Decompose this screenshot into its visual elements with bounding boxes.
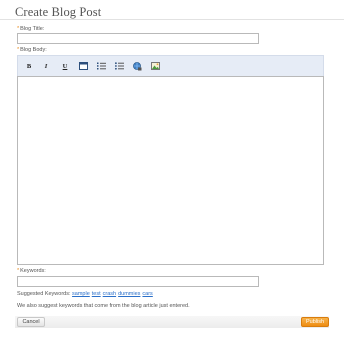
keyword-link-dummies[interactable]: dummies: [118, 291, 140, 297]
blog-body-editor[interactable]: [17, 76, 324, 265]
blog-body-label: *Blog Body:: [17, 47, 47, 53]
bulleted-list-icon: [114, 62, 124, 70]
keywords-label-text: Keywords:: [20, 268, 46, 274]
publish-button[interactable]: Publish: [301, 317, 329, 327]
required-marker: *: [17, 26, 20, 32]
blog-title-label: *Blog Title:: [17, 26, 44, 32]
bold-button[interactable]: B: [23, 60, 35, 72]
page-title: Create Blog Post: [15, 5, 102, 19]
link-button[interactable]: [131, 60, 143, 72]
table-button[interactable]: [77, 60, 89, 72]
required-marker: *: [17, 47, 20, 53]
blog-title-input[interactable]: [17, 33, 259, 44]
suggested-keywords-label: Suggested Keywords:: [17, 291, 71, 297]
editor-toolbar: B I U: [17, 55, 324, 76]
keywords-label: *Keywords:: [17, 268, 46, 274]
italic-button[interactable]: I: [40, 60, 52, 72]
table-icon: [78, 62, 88, 70]
globe-link-icon: [132, 61, 141, 70]
blog-title-label-text: Blog Title:: [20, 26, 45, 32]
title-divider: [0, 19, 344, 20]
keyword-suggestion-note: We also suggest keywords that come from …: [17, 303, 190, 309]
blog-body-label-text: Blog Body:: [20, 47, 47, 53]
suggested-keywords: Suggested Keywords: sample test crash dummi…: [17, 291, 155, 297]
keyword-link-cars[interactable]: cars: [142, 291, 152, 297]
underline-button[interactable]: U: [59, 60, 71, 72]
bulleted-list-button[interactable]: [113, 60, 125, 72]
required-marker: *: [17, 268, 20, 274]
keyword-link-test[interactable]: test: [92, 291, 101, 297]
form-footer: [15, 316, 329, 328]
keyword-link-crash[interactable]: crash: [103, 291, 116, 297]
numbered-list-icon: [96, 62, 106, 70]
image-icon: [150, 62, 160, 70]
keyword-link-sample[interactable]: sample: [72, 291, 90, 297]
image-button[interactable]: [149, 60, 161, 72]
cancel-button[interactable]: Cancel: [17, 317, 45, 327]
numbered-list-button[interactable]: [95, 60, 107, 72]
keywords-input[interactable]: [17, 276, 259, 287]
